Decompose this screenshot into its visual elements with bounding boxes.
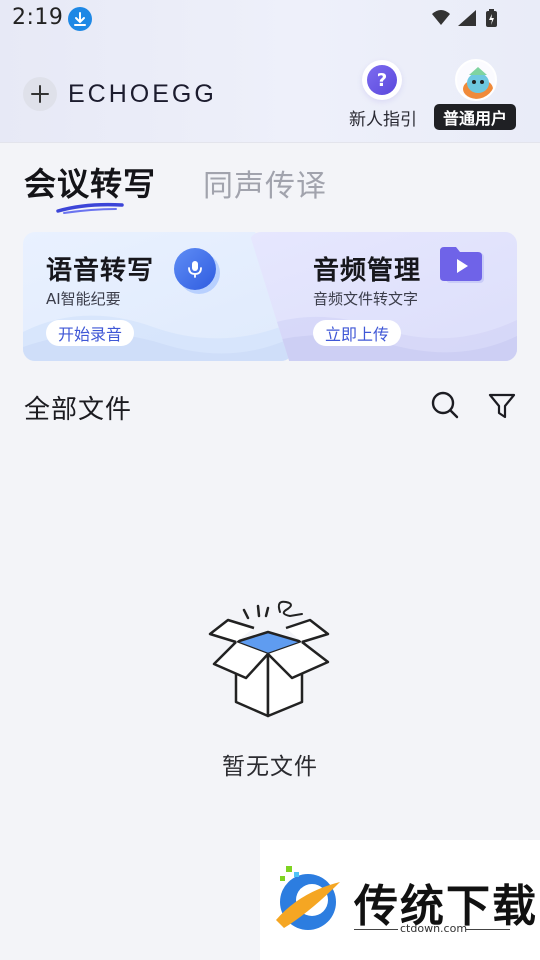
watermark-line-right — [466, 929, 510, 930]
app-logo: ECHOEGG — [68, 80, 217, 108]
watermark-url: ctdown.com — [400, 922, 468, 935]
empty-state-text: 暂无文件 — [222, 754, 318, 780]
empty-box-illustration — [208, 600, 330, 718]
battery-icon — [486, 9, 497, 27]
download-icon — [68, 7, 92, 31]
status-time: 2:19 — [12, 5, 64, 30]
tab-simultaneous-interpretation[interactable]: 同声传译 — [203, 161, 327, 205]
filter-icon[interactable] — [487, 391, 517, 421]
wifi-icon — [432, 10, 450, 25]
tab-meeting-transcription[interactable]: 会议转写 — [24, 159, 156, 205]
header-divider — [0, 142, 540, 143]
audio-card-title: 音频管理 — [313, 256, 422, 286]
guide-label[interactable]: 新人指引 — [349, 105, 417, 130]
user-level-badge[interactable]: 普通用户 — [434, 104, 516, 130]
video-folder-icon — [440, 247, 484, 283]
status-bar: 2:19 — [0, 0, 540, 36]
microphone-icon — [174, 248, 216, 290]
signal-icon — [458, 10, 476, 26]
upload-now-button[interactable]: 立即上传 — [313, 320, 402, 346]
search-icon[interactable] — [430, 390, 460, 420]
transcribe-card[interactable]: 语音转写 AI智能纪要 开始录音 — [23, 232, 293, 361]
question-icon: ? — [367, 65, 397, 95]
all-files-title: 全部文件 — [24, 395, 133, 425]
guide-button[interactable]: ? — [362, 60, 402, 100]
start-recording-button[interactable]: 开始录音 — [46, 320, 135, 346]
status-icons — [432, 9, 497, 27]
transcribe-card-title: 语音转写 — [46, 256, 155, 286]
avatar[interactable] — [455, 59, 497, 101]
plus-icon — [31, 85, 49, 103]
audio-card-subtitle: 音频文件转文字 — [313, 290, 419, 308]
watermark-line-left — [354, 929, 398, 930]
add-button[interactable] — [23, 77, 57, 111]
tab-underline-indicator — [56, 202, 124, 214]
watermark-logo-icon — [276, 866, 340, 930]
transcribe-card-subtitle: AI智能纪要 — [46, 290, 121, 308]
watermark: 传统下载 ctdown.com — [260, 840, 540, 960]
